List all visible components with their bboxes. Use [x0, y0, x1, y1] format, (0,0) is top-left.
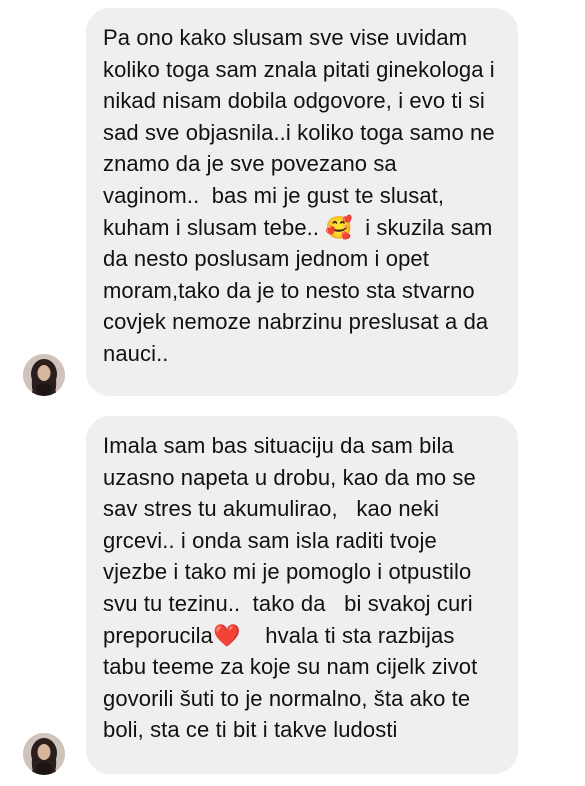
message-bubble[interactable]: Imala sam bas situaciju da sam bila uzas… — [86, 416, 518, 774]
message-text: Imala sam bas situaciju da sam bila uzas… — [103, 433, 484, 743]
avatar[interactable] — [23, 354, 65, 396]
avatar-image — [23, 733, 65, 775]
chat-thread: Pa ono kako slusam sve vise uvidam kolik… — [0, 0, 585, 786]
message-bubble[interactable]: Pa ono kako slusam sve vise uvidam kolik… — [86, 8, 518, 396]
avatar[interactable] — [23, 733, 65, 775]
message-text: Pa ono kako slusam sve vise uvidam kolik… — [103, 25, 501, 366]
avatar-image — [23, 354, 65, 396]
